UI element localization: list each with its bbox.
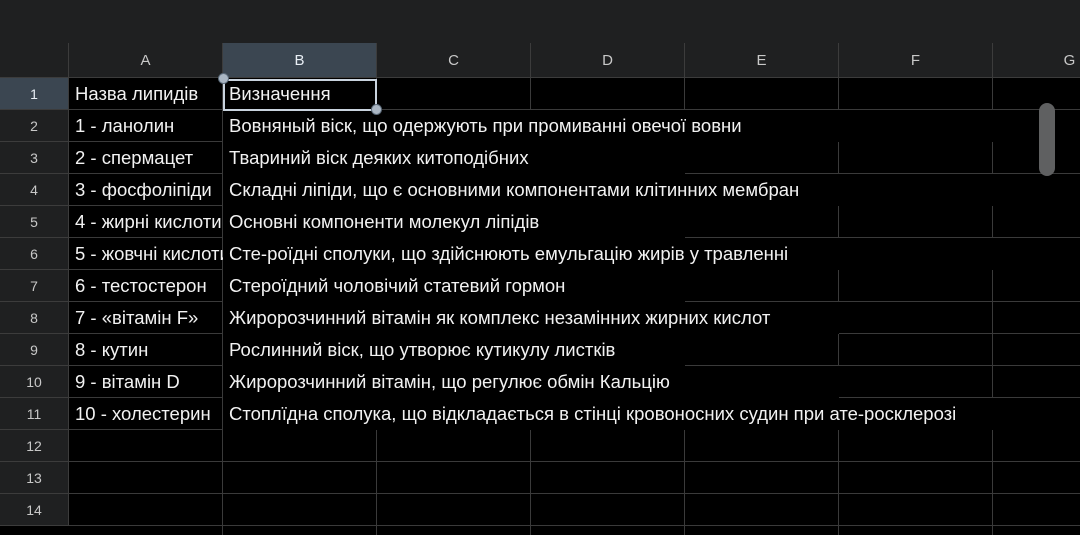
cell-b2[interactable]: Вовняный віск, що одержують при промиван… xyxy=(223,110,1080,142)
row-header-9[interactable]: 9 xyxy=(0,334,69,366)
row-header-5[interactable]: 5 xyxy=(0,206,69,238)
gridline xyxy=(992,78,993,535)
row-header-4[interactable]: 4 xyxy=(0,174,69,206)
vertical-scrollbar[interactable] xyxy=(1039,103,1055,176)
row-header-8[interactable]: 8 xyxy=(0,302,69,334)
cell-b11[interactable]: Стоплїдна сполука, що відкладається в ст… xyxy=(223,398,1080,430)
cell-a11[interactable]: 10 - холестерин xyxy=(69,398,223,430)
row-header-6[interactable]: 6 xyxy=(0,238,69,270)
cell-b6[interactable]: Сте-роїдні сполуки, що здійснюють емульг… xyxy=(223,238,1080,270)
cell-a7[interactable]: 6 - тестостерон xyxy=(69,270,223,302)
column-header-f[interactable]: F xyxy=(839,43,993,78)
column-header-d[interactable]: D xyxy=(531,43,685,78)
row-header-10[interactable]: 10 xyxy=(0,366,69,398)
row-header-12[interactable]: 12 xyxy=(0,430,69,462)
select-all-corner[interactable] xyxy=(0,43,69,78)
column-header-c[interactable]: C xyxy=(377,43,531,78)
row-header-7[interactable]: 7 xyxy=(0,270,69,302)
selection-handle-top-left[interactable] xyxy=(218,73,229,84)
spreadsheet-grid[interactable]: A B C D E F G 1 2 3 4 5 6 7 8 9 10 11 12… xyxy=(0,43,1080,535)
cell-a5[interactable]: 4 - жирні кислоти xyxy=(69,206,223,238)
row-header-11[interactable]: 11 xyxy=(0,398,69,430)
selection-handle-bottom-right[interactable] xyxy=(371,104,382,115)
column-header-g[interactable]: G xyxy=(993,43,1080,78)
row-header-3[interactable]: 3 xyxy=(0,142,69,174)
gridline xyxy=(69,461,1080,462)
row-header-2[interactable]: 2 xyxy=(0,110,69,142)
gridline xyxy=(69,525,1080,526)
cell-b3[interactable]: Твариний віск деяких китоподібних xyxy=(223,142,685,174)
row-header-13[interactable]: 13 xyxy=(0,462,69,494)
top-toolbar xyxy=(0,0,1080,43)
row-header-14[interactable]: 14 xyxy=(0,494,69,526)
cell-a8[interactable]: 7 - «вітамін F» xyxy=(69,302,223,334)
cell-b5[interactable]: Основні компоненти молекул ліпідів xyxy=(223,206,685,238)
cell-b8[interactable]: Жиророзчинний вітамін як комплекс незамі… xyxy=(223,302,839,334)
cell-b4[interactable]: Складні ліпіди, що є основними компонент… xyxy=(223,174,1080,206)
column-header-e[interactable]: E xyxy=(685,43,839,78)
column-header-b[interactable]: B xyxy=(223,43,377,78)
row-header-1[interactable]: 1 xyxy=(0,78,69,110)
cell-a4[interactable]: 3 - фосфоліпіди xyxy=(69,174,223,206)
cell-a10[interactable]: 9 - вітамін D xyxy=(69,366,223,398)
cell-a1[interactable]: Назва липидів xyxy=(69,78,223,110)
gridline xyxy=(69,493,1080,494)
cell-a9[interactable]: 8 - кутин xyxy=(69,334,223,366)
cell-b7[interactable]: Стероїдний чоловічий статевий гормон xyxy=(223,270,685,302)
active-cell-selection[interactable] xyxy=(223,79,377,111)
cell-a6[interactable]: 5 - жовчні кислоти xyxy=(69,238,223,270)
cell-b10[interactable]: Жиророзчинний вітамін, що регулює обмін … xyxy=(223,366,839,398)
cell-b9[interactable]: Рослинний віск, що утворює кутикулу лист… xyxy=(223,334,685,366)
cell-a2[interactable]: 1 - ланолин xyxy=(69,110,223,142)
column-header-a[interactable]: A xyxy=(69,43,223,78)
cell-a3[interactable]: 2 - спермацет xyxy=(69,142,223,174)
